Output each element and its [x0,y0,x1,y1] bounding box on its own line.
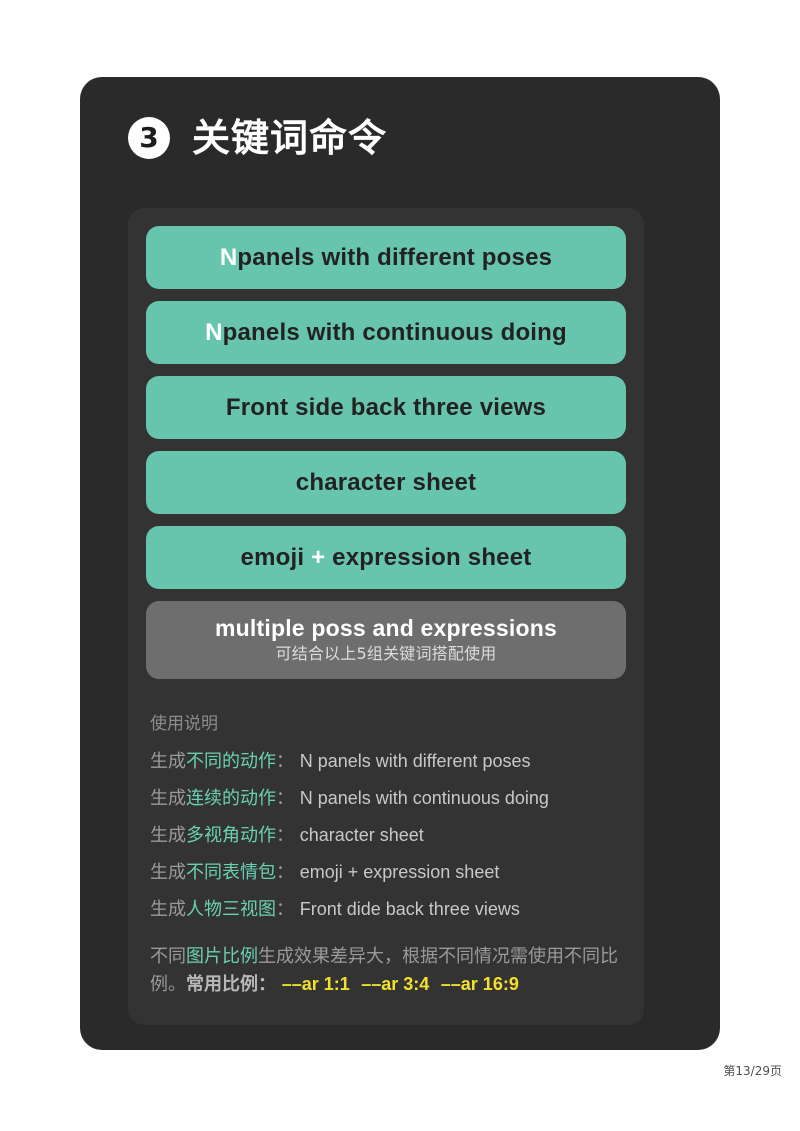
usage-command: Front dide back three views [299,899,520,919]
page-number: 第13/29页 [723,1064,782,1078]
usage-command: N panels with different poses [299,751,531,771]
usage-prefix: 生成 [150,825,186,846]
usage-colon: ： [276,751,294,772]
chip-label-suffix: expression sheet [332,543,532,571]
chip-prefix-n: N [205,318,223,346]
usage-command: N panels with continuous doing [299,788,549,808]
chip-label: character sheet [295,468,477,496]
usage-row: 生成不同表情包： emoji + expression sheet [150,863,622,882]
usage-prefix: 生成 [150,751,186,772]
usage-prefix: 生成 [150,788,186,809]
usage-command: character sheet [299,825,424,845]
usage-emphasis: 多视角动作 [186,825,276,846]
usage-emphasis: 不同表情包 [186,862,276,883]
chip-label: emoji [240,543,305,571]
chip-label: Front side back three views [225,393,547,421]
usage-emphasis: 人物三视图 [186,899,276,920]
chip-expression-sheet[interactable]: emoji + expression sheet [146,526,626,589]
plus-icon: + [311,543,326,571]
usage-prefix: 生成 [150,862,186,883]
aspect-ratio-3-4: ––ar 3:4 [361,973,430,994]
usage-row: 生成人物三视图： Front dide back three views [150,900,622,919]
aspect-ratio-16-9: ––ar 16:9 [440,973,519,994]
page-title: 关键词命令 [192,116,388,160]
chip-multiple-poss[interactable]: multiple poss and expressions 可结合以上5组关键词… [146,601,626,679]
note-part-1: 不同 [150,946,186,967]
usage-colon: ： [276,825,294,846]
keyword-chip-list: N panels with different poses N panels w… [146,226,626,679]
usage-emphasis: 连续的动作 [186,788,276,809]
aspect-ratio-note: 不同图片比例生成效果差异大，根据不同情况需使用不同比例。常用比例： ––ar 1… [150,943,622,999]
usage-colon: ： [276,899,294,920]
usage-emphasis: 不同的动作 [186,751,276,772]
card-header: 3 关键词命令 [80,77,720,159]
chip-character-sheet[interactable]: character sheet [146,451,626,514]
slide-card: 3 关键词命令 N panels with different poses N … [80,77,720,1050]
usage-prefix: 生成 [150,899,186,920]
chip-label: panels with different poses [237,243,553,271]
chip-three-views[interactable]: Front side back three views [146,376,626,439]
usage-section-title: 使用说明 [150,714,218,734]
chip-continuous-doing[interactable]: N panels with continuous doing [146,301,626,364]
aspect-ratio-1-1: ––ar 1:1 [281,973,350,994]
usage-row: 生成连续的动作： N panels with continuous doing [150,789,622,808]
keyword-panel: N panels with different poses N panels w… [128,208,644,1025]
note-emphasis: 图片比例 [186,946,258,967]
usage-row: 生成多视角动作： character sheet [150,826,622,845]
usage-command: emoji + expression sheet [299,862,500,882]
usage-colon: ： [276,788,294,809]
usage-section: 使用说明 生成不同的动作： N panels with different po… [146,709,626,999]
chip-subtitle: 可结合以上5组关键词搭配使用 [275,644,497,664]
chip-label: multiple poss and expressions [215,614,557,641]
note-label: 常用比例： [186,973,276,995]
usage-row: 生成不同的动作： N panels with different poses [150,752,622,771]
chip-label: panels with continuous doing [222,318,567,346]
step-number-badge: 3 [128,117,170,159]
chip-prefix-n: N [219,243,238,271]
chip-different-poses[interactable]: N panels with different poses [146,226,626,289]
usage-colon: ： [276,862,294,883]
